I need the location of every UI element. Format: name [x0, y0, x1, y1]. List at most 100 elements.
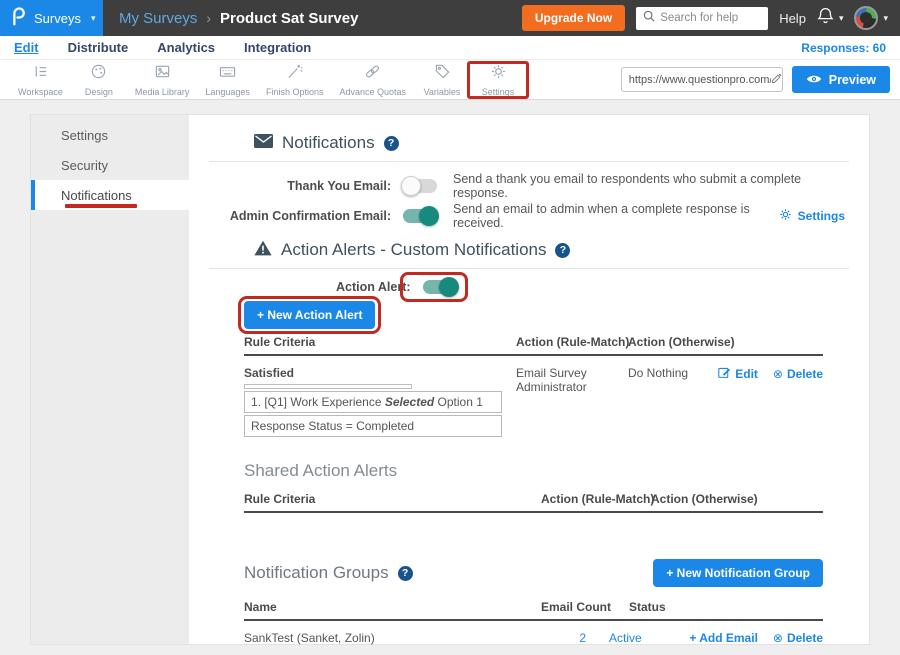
- toolbar-item-media-library[interactable]: Media Library: [127, 61, 198, 99]
- action-alerts-table: Rule Criteria Action (Rule-Match) Action…: [244, 335, 823, 437]
- col-rule-match: Action (Rule-Match): [516, 335, 628, 349]
- envelope-icon: [254, 133, 273, 153]
- edit-alert-link[interactable]: Edit: [718, 366, 758, 382]
- gear-icon: [490, 63, 507, 85]
- notification-groups-header-row: Notification Groups ? + New Notification…: [244, 559, 823, 587]
- sidebar-item-security[interactable]: Security: [31, 150, 189, 180]
- notification-group-row: SankTest (Sanket, Zolin) 2 Active + Add …: [244, 621, 823, 655]
- help-icon[interactable]: ?: [398, 566, 413, 581]
- pencil-icon[interactable]: [771, 71, 783, 89]
- admin-confirmation-label: Admin Confirmation Email:: [209, 209, 391, 223]
- help-icon[interactable]: ?: [384, 136, 399, 151]
- product-switcher[interactable]: Surveys ▾: [0, 0, 103, 36]
- caret-down-icon: ▾: [839, 13, 844, 24]
- criteria-line-2: Response Status = Completed: [244, 415, 502, 437]
- warning-triangle-icon: [254, 240, 272, 261]
- alert-rule-match-action: Email Survey Administrator: [516, 366, 628, 394]
- action-alerts-table-header: Rule Criteria Action (Rule-Match) Action…: [244, 335, 823, 356]
- tab-edit[interactable]: Edit: [14, 40, 39, 55]
- toolbar-item-variables[interactable]: Variables: [414, 61, 470, 99]
- alert-status: Satisfied: [244, 366, 516, 380]
- sidebar-item-notifications[interactable]: Notifications: [31, 180, 189, 210]
- settings-card: Settings Security Notifications Notifi: [30, 114, 870, 645]
- chain-link-icon: [364, 63, 381, 85]
- help-link[interactable]: Help: [779, 11, 806, 26]
- notification-groups-table-header: Name Email Count Status: [244, 600, 823, 621]
- search-input[interactable]: [660, 12, 761, 24]
- criteria-line-1: 1. [Q1] Work Experience Selected Option …: [244, 391, 502, 413]
- workspace-icon: [32, 63, 49, 85]
- main-nav: Edit Distribute Analytics Integration Re…: [0, 36, 900, 60]
- toolbar-item-design[interactable]: Design: [71, 61, 127, 99]
- sidebar-item-settings[interactable]: Settings: [31, 120, 189, 150]
- group-name: SankTest (Sanket, Zolin): [244, 631, 525, 645]
- new-notification-group-button[interactable]: + New Notification Group: [653, 559, 823, 587]
- col-rule-criteria: Rule Criteria: [244, 492, 541, 506]
- toolbar-item-settings[interactable]: Settings: [470, 61, 526, 99]
- search-icon: [643, 9, 655, 27]
- caret-down-icon: ▾: [91, 13, 96, 24]
- criteria-empty-box: [244, 384, 412, 389]
- account-menu[interactable]: ▾: [854, 6, 888, 30]
- section-title: Notifications: [282, 133, 375, 153]
- col-email-count: Email Count: [541, 600, 606, 614]
- annotation-underline-notifications: [65, 204, 137, 208]
- action-alerts-section-header: Action Alerts - Custom Notifications ?: [254, 240, 849, 260]
- responses-count[interactable]: Responses: 60: [801, 41, 900, 55]
- help-search[interactable]: [636, 7, 768, 30]
- shared-action-alerts-header: Shared Action Alerts: [244, 461, 849, 481]
- questionpro-logo-icon: [11, 6, 26, 31]
- notifications-content: Notifications ? Thank You Email: Send a …: [189, 115, 869, 644]
- upgrade-now-button[interactable]: Upgrade Now: [522, 5, 625, 31]
- survey-url-field[interactable]: [621, 67, 783, 92]
- toolbar-item-languages[interactable]: Languages: [197, 61, 258, 99]
- section-title: Action Alerts - Custom Notifications: [281, 240, 546, 260]
- circle-x-icon: ⊗: [773, 631, 783, 645]
- divider: [209, 161, 849, 162]
- toolbar-item-workspace[interactable]: Workspace: [10, 61, 71, 99]
- notification-groups-header: Notification Groups ?: [244, 563, 413, 583]
- alert-otherwise-action: Do Nothing: [628, 366, 714, 380]
- col-otherwise: Action (Otherwise): [628, 335, 714, 349]
- thank-you-email-description: Send a thank you email to respondents wh…: [453, 172, 849, 200]
- settings-sidebar: Settings Security Notifications: [31, 115, 189, 644]
- breadcrumb-current: Product Sat Survey: [220, 10, 358, 27]
- gear-icon: [779, 208, 792, 224]
- action-alert-row: Satisfied 1. [Q1] Work Experience Select…: [244, 356, 823, 437]
- header-right: Upgrade Now Help ▾ ▾: [522, 5, 900, 31]
- add-email-link[interactable]: + Add Email: [689, 631, 758, 645]
- palette-icon: [90, 63, 107, 85]
- preview-button[interactable]: Preview: [792, 66, 890, 93]
- action-alert-toggle[interactable]: [423, 280, 457, 294]
- tab-analytics[interactable]: Analytics: [157, 40, 215, 55]
- breadcrumb-parent[interactable]: My Surveys: [119, 10, 197, 27]
- toolbar-item-advance-quotas[interactable]: Advance Quotas: [331, 61, 414, 99]
- tag-icon: [434, 63, 451, 85]
- caret-down-icon: ▾: [883, 13, 888, 24]
- avatar: [854, 6, 878, 30]
- group-status-link[interactable]: Active: [609, 631, 642, 645]
- admin-confirmation-toggle[interactable]: [403, 209, 437, 223]
- toolbar-item-finish-options[interactable]: Finish Options: [258, 61, 332, 99]
- survey-url-input[interactable]: [629, 74, 771, 86]
- edit-toolbar: Workspace Design Media Library Languages…: [0, 60, 900, 100]
- notifications-bell[interactable]: ▾: [817, 7, 844, 30]
- admin-confirmation-settings-link[interactable]: Settings: [779, 208, 849, 224]
- action-alert-label: Action Alert:: [336, 280, 411, 294]
- notification-groups-table: Name Email Count Status SankTest (Sanket…: [244, 600, 823, 655]
- thank-you-email-toggle[interactable]: [403, 179, 437, 193]
- tab-integration[interactable]: Integration: [244, 40, 311, 55]
- help-icon[interactable]: ?: [555, 243, 570, 258]
- bell-icon: [817, 7, 834, 30]
- delete-alert-link[interactable]: ⊗ Delete: [773, 366, 823, 382]
- new-action-alert-button[interactable]: + New Action Alert: [244, 301, 375, 329]
- group-email-count-link[interactable]: 2: [579, 631, 586, 645]
- image-icon: [154, 63, 171, 85]
- delete-group-link[interactable]: ⊗ Delete: [773, 631, 823, 645]
- shared-alerts-table-header: Rule Criteria Action (Rule-Match) Action…: [244, 492, 823, 513]
- breadcrumb: My Surveys › Product Sat Survey: [119, 10, 358, 27]
- col-rule-criteria: Rule Criteria: [244, 335, 516, 349]
- tab-distribute[interactable]: Distribute: [68, 40, 129, 55]
- admin-confirmation-row: Admin Confirmation Email: Send an email …: [209, 206, 849, 226]
- thank-you-email-label: Thank You Email:: [209, 179, 391, 193]
